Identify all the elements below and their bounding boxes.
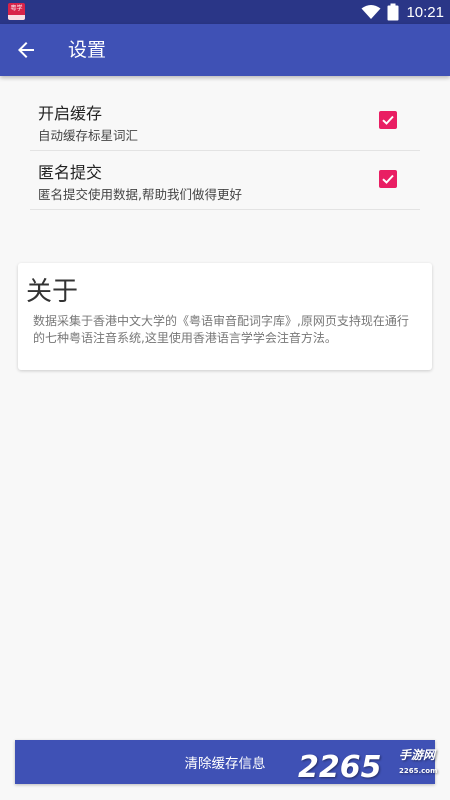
enable-cache-checkbox[interactable] [379, 111, 397, 129]
watermark-logo: 2265 手游网 2265.com [298, 748, 437, 788]
settings-list: 开启缓存 自动缓存标星词汇 匿名提交 匿名提交使用数据,帮助我们做得更好 [30, 92, 420, 210]
watermark-text: 手游网 [399, 748, 436, 762]
setting-title: 开启缓存 [38, 104, 103, 123]
watermark-site: 2265.com [399, 767, 438, 775]
setting-subtitle: 自动缓存标星词汇 [38, 128, 139, 143]
about-text: 数据采集于香港中文大学的《粤语审音配词字库》,原网页支持现在通行的七种粤语注音系… [33, 314, 409, 345]
setting-enable-cache[interactable]: 开启缓存 自动缓存标星词汇 [30, 92, 420, 151]
setting-subtitle: 匿名提交使用数据,帮助我们做得更好 [38, 187, 242, 202]
status-time: 10:21 [406, 3, 444, 21]
wifi-icon [361, 5, 381, 19]
setting-title: 匿名提交 [38, 163, 103, 182]
about-card: 关于 数据采集于香港中文大学的《粤语审音配词字库》,原网页支持现在通行的七种粤语… [18, 263, 432, 370]
check-icon [382, 174, 394, 184]
page-title: 设置 [68, 39, 107, 61]
battery-icon [387, 3, 399, 21]
setting-anonymous-submit[interactable]: 匿名提交 匿名提交使用数据,帮助我们做得更好 [30, 151, 420, 210]
toolbar: 设置 [0, 24, 450, 76]
arrow-left-icon[interactable] [14, 38, 38, 62]
about-title: 关于 [26, 277, 79, 307]
anonymous-submit-checkbox[interactable] [379, 170, 397, 188]
watermark-number: 2265 [298, 750, 382, 785]
status-bar: 粤学 10:21 [0, 0, 450, 24]
check-icon [382, 115, 394, 125]
app-notification-icon: 粤学 [8, 3, 25, 20]
app-icon-text: 粤学 [10, 5, 23, 12]
